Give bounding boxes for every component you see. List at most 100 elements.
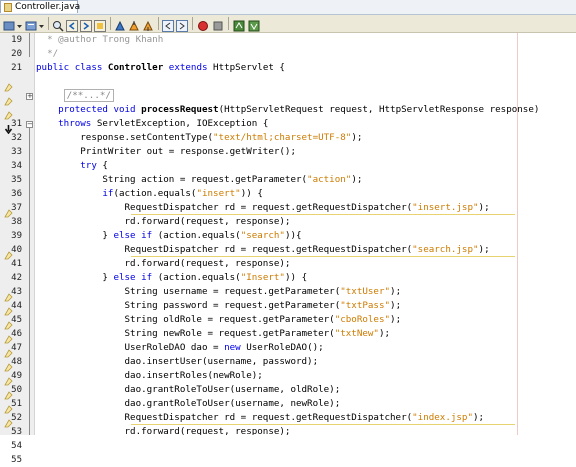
start-macro-icon[interactable] xyxy=(197,17,209,31)
code-token: ); xyxy=(478,202,490,213)
code-line: rd.forward(request, response); xyxy=(36,425,576,435)
hint-icon[interactable] xyxy=(4,203,13,218)
code-line: dao.grantRoleToUser(username, oldRole); xyxy=(36,383,576,397)
java-file-icon xyxy=(4,3,12,12)
code-token: * @author Trong Khanh xyxy=(36,34,164,45)
find-prev-icon[interactable] xyxy=(66,17,78,32)
dropdown-icon[interactable] xyxy=(38,17,45,29)
code-token: ServletException, IOException { xyxy=(96,118,269,129)
code-line: dao.grantRoleToUser(username, newRole); xyxy=(36,397,576,411)
toggle-highlight-icon[interactable] xyxy=(94,17,106,32)
find-selection-icon[interactable] xyxy=(52,17,64,32)
history-icon[interactable] xyxy=(25,17,37,31)
code-line: String action = request.getParameter("ac… xyxy=(36,173,576,187)
code-token: "action" xyxy=(307,174,352,185)
code-token: ); xyxy=(478,244,490,255)
code-token: (action.equals( xyxy=(157,230,241,241)
code-token: RequestDispatcher rd = request.getReques… xyxy=(36,412,413,423)
code-line: } else if (action.equals("search")){ xyxy=(36,229,576,243)
code-line: RequestDispatcher rd = request.getReques… xyxy=(36,201,576,215)
code-token: "txtNew" xyxy=(334,328,379,339)
code-token: protected void xyxy=(36,104,142,115)
code-token: response.setContentType( xyxy=(36,132,214,143)
back-icon[interactable] xyxy=(3,17,15,31)
code-token: ); xyxy=(390,314,402,325)
comment-icon[interactable] xyxy=(233,17,245,32)
code-token: String action = request.getParameter( xyxy=(36,174,308,185)
hint-icon[interactable] xyxy=(4,357,13,372)
line-number: 33 xyxy=(11,147,22,157)
next-bookmark-icon[interactable] xyxy=(142,17,154,31)
code-line: if(action.equals("insert")) { xyxy=(36,187,576,201)
hint-icon[interactable] xyxy=(4,385,13,400)
code-editor[interactable]: * @author Trong Khanh */ public class Con… xyxy=(36,33,576,435)
hint-icon[interactable] xyxy=(4,315,13,330)
code-line: rd.forward(request, response); xyxy=(36,215,576,229)
code-token: "Insert" xyxy=(240,272,285,283)
code-token: "insert" xyxy=(196,188,241,199)
code-token: String oldRole = request.getParameter( xyxy=(36,314,335,325)
hint-icon[interactable] xyxy=(4,287,13,302)
dropdown-icon[interactable] xyxy=(16,17,23,29)
hint-icon[interactable] xyxy=(4,105,13,120)
override-arrow-icon[interactable] xyxy=(4,119,13,135)
find-next-icon[interactable] xyxy=(80,17,92,32)
code-token: dao.grantRoleToUser(username, newRole); xyxy=(36,398,341,409)
code-token: UserRoleDAO dao = xyxy=(36,342,225,353)
code-token: RequestDispatcher rd = request.getReques… xyxy=(36,244,413,255)
code-token: "txtUser" xyxy=(340,286,391,297)
code-token: dao.grantRoleToUser(username, oldRole); xyxy=(36,384,341,395)
code-token: } xyxy=(36,230,114,241)
hint-icon[interactable] xyxy=(4,399,13,414)
code-token: } xyxy=(36,272,114,283)
code-token: ); xyxy=(378,328,391,339)
code-token: Controller xyxy=(107,62,164,73)
line-number-gutter: 19 20 21 31 32 33 34 35 36 37 38 39 40 41 42 43 44 45 46 47… xyxy=(0,33,35,465)
hint-icon[interactable] xyxy=(4,343,13,358)
code-token: ); xyxy=(390,300,402,311)
code-token: String newRole = request.getParameter( xyxy=(36,328,335,339)
code-token: "txtPass" xyxy=(340,300,391,311)
code-token: else if xyxy=(113,230,158,241)
shift-right-icon[interactable] xyxy=(176,17,188,32)
code-line: response.setContentType("text/html;chars… xyxy=(36,131,576,145)
stop-macro-icon[interactable] xyxy=(212,17,224,31)
hint-icon[interactable] xyxy=(4,245,13,260)
code-token: rd.forward(request, response); xyxy=(36,216,291,227)
code-token: "cboRoles" xyxy=(334,314,391,325)
code-token: extends xyxy=(163,62,214,73)
toggle-bookmark-icon[interactable] xyxy=(114,17,126,31)
line-number: 19 xyxy=(11,35,22,45)
line-number: 34 xyxy=(11,161,22,171)
code-token: "insert.jsp" xyxy=(412,202,479,213)
code-token: "search.jsp" xyxy=(412,244,479,255)
code-token: ); xyxy=(390,286,402,297)
fold-guide-line xyxy=(29,33,30,57)
hint-icon[interactable] xyxy=(4,301,13,316)
fold-expand-icon[interactable]: + xyxy=(26,93,33,100)
prev-bookmark-icon[interactable] xyxy=(128,17,140,31)
collapsed-comment-fold[interactable]: /**...*/ xyxy=(63,89,114,102)
tab-controller-java[interactable]: Controller.java xyxy=(0,0,80,13)
code-token: String username = request.getParameter( xyxy=(36,286,341,297)
code-token: throws xyxy=(58,118,97,129)
fold-guide-line xyxy=(29,128,30,435)
uncomment-icon[interactable] xyxy=(248,17,260,32)
hint-icon[interactable] xyxy=(4,371,13,386)
line-number: 54 xyxy=(11,441,22,451)
hint-icon[interactable] xyxy=(4,329,13,344)
code-token: )) { xyxy=(240,188,263,199)
code-token: dao.insertRoles(newRole); xyxy=(36,370,263,381)
code-token: (action.equals( xyxy=(157,272,241,283)
code-token: (action.equals( xyxy=(113,188,197,199)
code-token: ); xyxy=(473,412,485,423)
hint-icon[interactable] xyxy=(4,77,13,92)
line-number: 55 xyxy=(11,455,22,465)
fold-collapse-icon[interactable]: − xyxy=(26,121,33,128)
shift-left-icon[interactable] xyxy=(162,17,174,32)
hint-icon[interactable] xyxy=(4,91,13,106)
hint-icon[interactable] xyxy=(4,413,13,428)
code-token: String password = request.getParameter( xyxy=(36,300,341,311)
